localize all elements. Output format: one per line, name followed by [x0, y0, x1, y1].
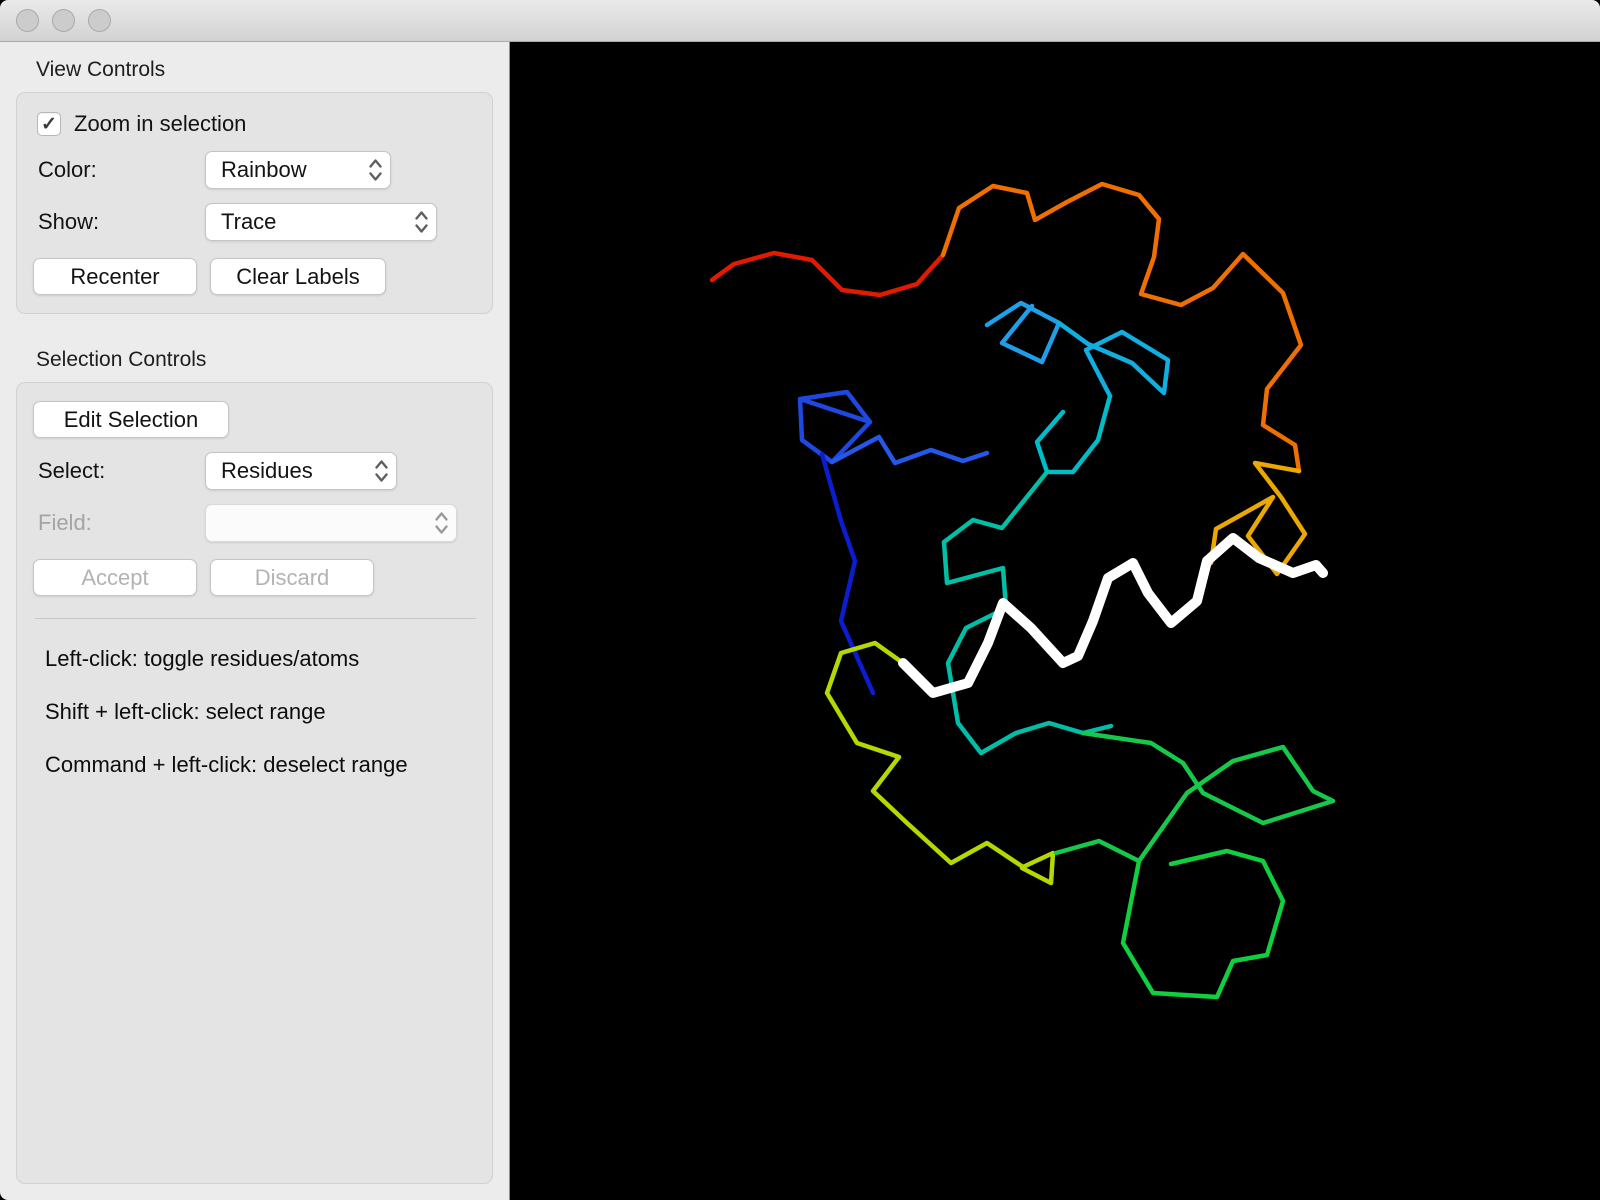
trace-segment-teal-upper: [1034, 393, 1113, 475]
view-buttons-row: Recenter Clear Labels: [33, 258, 478, 295]
divider: [35, 618, 476, 619]
minimize-button[interactable]: [52, 9, 75, 32]
sidebar: View Controls ✓ Zoom in selection Color:…: [0, 42, 510, 1200]
chevron-up-down-icon: [368, 157, 383, 183]
checkmark-icon: ✓: [41, 113, 57, 135]
selection-controls-heading: Selection Controls: [36, 348, 207, 371]
trace-segment-sky-arm: [1056, 320, 1171, 399]
close-button[interactable]: [16, 9, 39, 32]
trace-segment-white-selected: [898, 533, 1328, 698]
trace-segment-dark-blue: [819, 451, 876, 696]
trace-segment-green-right: [1053, 730, 1336, 864]
chevron-up-down-icon: [414, 209, 429, 235]
trace-segment-orange: [940, 181, 1304, 474]
edit-selection-button[interactable]: Edit Selection: [33, 401, 229, 438]
help-line-left-click: Left-click: toggle residues/atoms: [45, 646, 360, 671]
selection-controls-group: Edit Selection Select: Residues Field: A…: [16, 382, 493, 1184]
trace-segment-blue-knot: [797, 389, 873, 465]
app-window: View Controls ✓ Zoom in selection Color:…: [0, 0, 1600, 1200]
molecule-viewport[interactable]: [510, 42, 1600, 1200]
select-dropdown[interactable]: Residues: [205, 452, 397, 490]
trace-segment-red: [709, 250, 946, 298]
accept-discard-row: Accept Discard: [33, 559, 478, 596]
select-dropdown-value: Residues: [221, 458, 313, 483]
discard-button: Discard: [210, 559, 374, 596]
window-content: View Controls ✓ Zoom in selection Color:…: [0, 42, 1600, 1200]
field-dropdown: [205, 504, 457, 542]
select-label: Select:: [38, 458, 106, 483]
chevron-up-down-icon: [434, 510, 449, 536]
show-dropdown[interactable]: Trace: [205, 203, 437, 241]
field-label: Field:: [38, 510, 92, 535]
color-row: Color: Rainbow: [33, 151, 478, 189]
show-row: Show: Trace: [33, 203, 478, 241]
zoom-in-selection-checkbox[interactable]: ✓: [37, 112, 61, 136]
field-row: Field:: [33, 504, 478, 542]
edit-selection-row: Edit Selection: [33, 401, 478, 438]
chevron-up-down-icon: [374, 458, 389, 484]
show-label: Show:: [38, 209, 100, 234]
zoom-button[interactable]: [88, 9, 111, 32]
help-line-command-click: Command + left-click: deselect range: [45, 752, 408, 777]
zoom-in-selection-checkbox-row[interactable]: ✓ Zoom in selection: [37, 111, 478, 137]
trace-segment-chartreuse: [824, 640, 1056, 886]
recenter-button[interactable]: Recenter: [33, 258, 197, 295]
show-dropdown-value: Trace: [221, 209, 277, 234]
view-controls-group: ✓ Zoom in selection Color: Rainbow Show:…: [16, 92, 493, 314]
select-row: Select: Residues: [33, 452, 478, 490]
clear-labels-button[interactable]: Clear Labels: [210, 258, 386, 295]
trace-segment-green-bottom: [1120, 848, 1286, 1000]
trace-segment-sky-knot: [984, 300, 1062, 365]
view-controls-heading: View Controls: [36, 58, 166, 81]
zoom-in-selection-label: Zoom in selection: [74, 111, 247, 136]
color-label: Color:: [38, 157, 97, 182]
accept-button: Accept: [33, 559, 197, 596]
help-line-shift-click: Shift + left-click: select range: [45, 699, 326, 724]
titlebar: [0, 0, 1600, 42]
color-dropdown[interactable]: Rainbow: [205, 151, 391, 189]
protein-trace: [510, 42, 1600, 1200]
trace-segment-teal-mid: [941, 469, 1114, 756]
trace-segment-blue-arm: [829, 434, 990, 466]
color-dropdown-value: Rainbow: [221, 157, 307, 182]
